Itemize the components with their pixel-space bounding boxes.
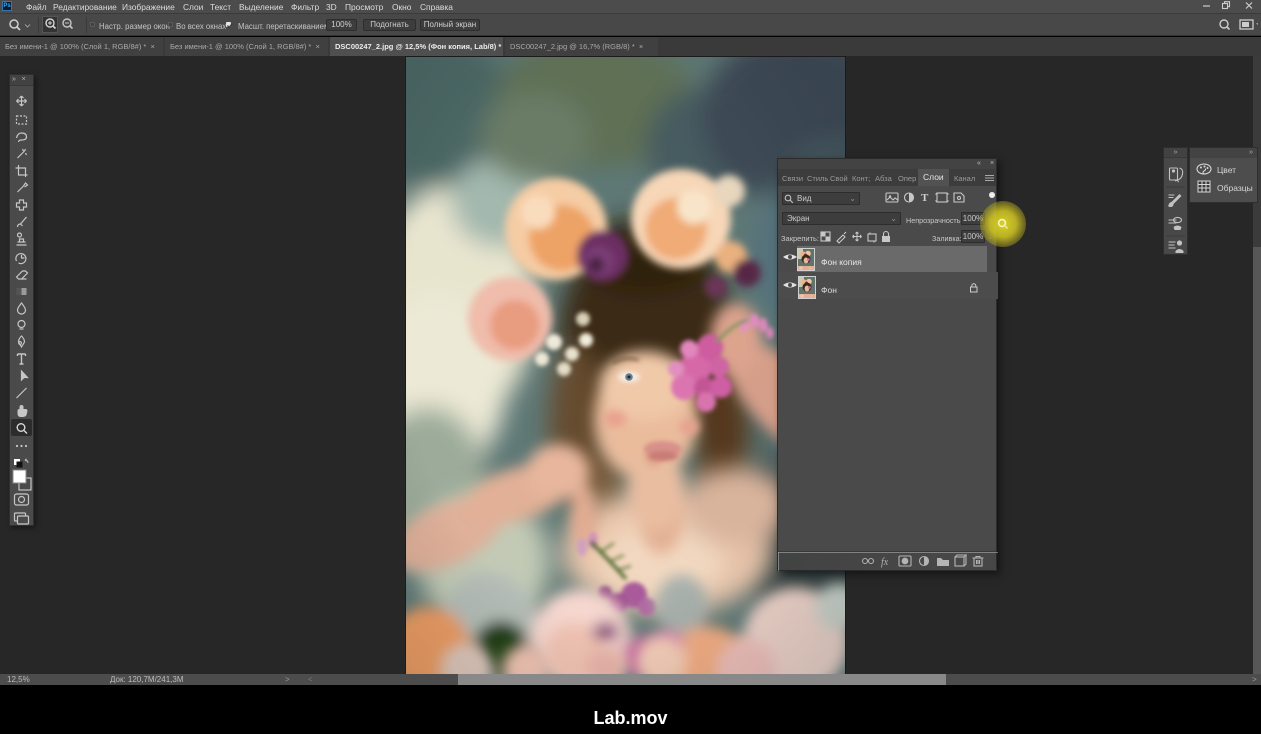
svg-text:T: T (921, 192, 929, 204)
